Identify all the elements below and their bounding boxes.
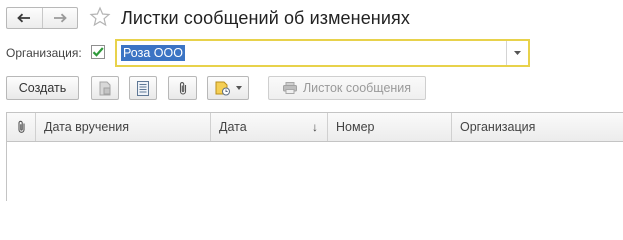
column-attachment[interactable] xyxy=(7,113,36,141)
column-number[interactable]: Номер xyxy=(328,113,452,141)
printer-icon xyxy=(282,82,297,94)
organization-dropdown-button[interactable] xyxy=(506,41,528,65)
column-date-label: Дата xyxy=(219,120,247,134)
list-view-button[interactable] xyxy=(129,76,157,100)
arrow-left-icon xyxy=(17,13,31,23)
print-settings-dropdown[interactable] xyxy=(207,76,249,100)
organization-label: Организация: xyxy=(6,46,82,60)
navigation-group xyxy=(6,7,78,29)
paperclip-icon xyxy=(17,120,25,133)
back-button[interactable] xyxy=(7,8,42,28)
message-sheet-button[interactable]: Листок сообщения xyxy=(268,76,426,100)
chevron-down-icon xyxy=(235,86,242,90)
list-icon xyxy=(137,80,149,96)
copy-document-button[interactable] xyxy=(91,76,119,100)
column-date[interactable]: Дата ↓ xyxy=(211,113,328,141)
table-header: Дата вручения Дата ↓ Номер Организация xyxy=(7,113,623,142)
page-title: Листки сообщений об изменениях xyxy=(121,8,410,28)
organization-filter-checkbox[interactable] xyxy=(91,45,105,59)
create-button[interactable]: Создать xyxy=(6,76,79,100)
arrow-right-icon xyxy=(53,13,67,23)
print-settings-icon xyxy=(215,81,230,96)
document-icon xyxy=(99,81,111,95)
attachments-button[interactable] xyxy=(168,76,197,100)
column-organization[interactable]: Организация xyxy=(452,113,623,141)
organization-value[interactable]: Роза ООО xyxy=(121,45,185,61)
sort-descending-icon: ↓ xyxy=(312,120,318,134)
messages-table[interactable]: Дата вручения Дата ↓ Номер Организация xyxy=(6,112,623,201)
forward-button[interactable] xyxy=(41,8,78,28)
organization-field[interactable]: Роза ООО xyxy=(115,39,530,67)
message-sheet-label: Листок сообщения xyxy=(302,81,412,95)
paperclip-icon xyxy=(179,81,186,95)
chevron-down-icon xyxy=(514,51,521,55)
star-outline-icon[interactable] xyxy=(89,6,111,28)
column-delivery-date[interactable]: Дата вручения xyxy=(36,113,211,141)
